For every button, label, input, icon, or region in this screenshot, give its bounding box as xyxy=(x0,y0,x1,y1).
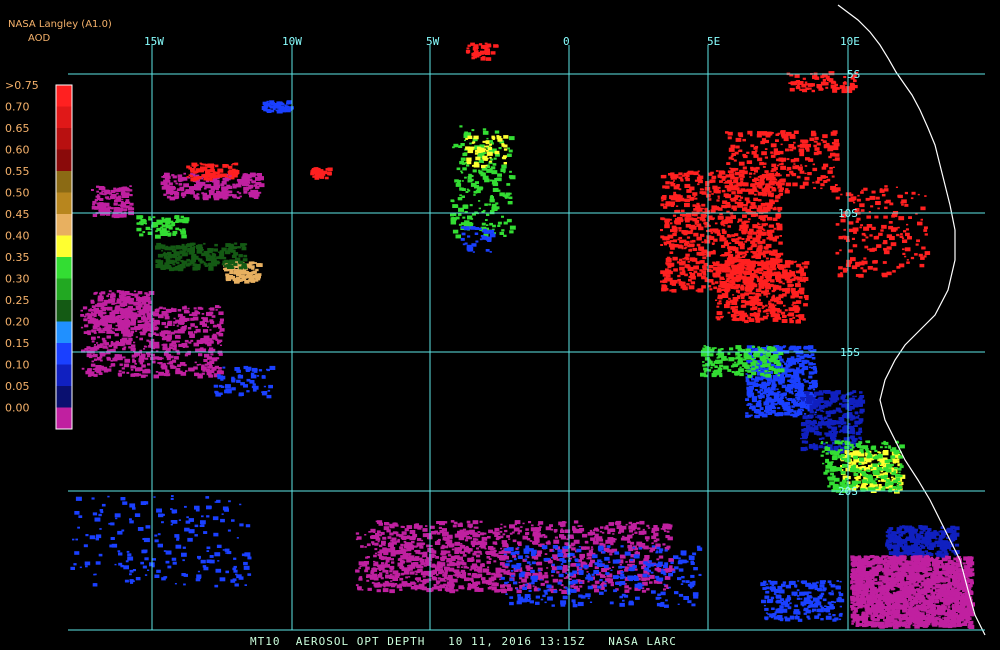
scale-label: 0.05 xyxy=(5,380,30,393)
scale-swatch xyxy=(56,128,72,150)
scale-label: 0.15 xyxy=(5,337,30,350)
scale-swatch xyxy=(56,214,72,236)
scale-swatch xyxy=(56,321,72,343)
lon-label-10w: 10W xyxy=(282,35,302,48)
scale-label: 0.65 xyxy=(5,122,30,135)
footer-caption: MT10 AEROSOL OPT DEPTH 10 11, 2016 13:15… xyxy=(250,635,677,648)
scale-swatch xyxy=(56,192,72,214)
lon-label-5w: 5W xyxy=(426,35,440,48)
scale-swatch xyxy=(56,106,72,128)
lat-label-20s: 20S xyxy=(838,485,858,498)
scale-label: 0.10 xyxy=(5,359,30,372)
scale-label: 0.25 xyxy=(5,294,30,307)
scale-label: 0.35 xyxy=(5,251,30,264)
scale-swatch xyxy=(56,235,72,257)
scale-label: 0.50 xyxy=(5,187,30,200)
aerosol-patches xyxy=(70,42,975,629)
aod-map: NASA Langley (A1.0) AOD 15W 10W 5W 0 5E … xyxy=(5,4,986,636)
scale-swatch xyxy=(56,171,72,193)
scale-label: 0.55 xyxy=(5,165,30,178)
scale-label: 0.70 xyxy=(5,101,30,114)
scale-label: 0.40 xyxy=(5,230,30,243)
scale-swatch xyxy=(56,386,72,408)
scale-label: 0.45 xyxy=(5,208,30,221)
color-scale: >0.75 0.70 0.65 0.60 0.55 0.50 0.45 0.40 0.35 0.3… xyxy=(5,79,73,430)
scale-swatch xyxy=(56,343,72,365)
source-label: NASA Langley (A1.0) xyxy=(8,19,112,30)
lon-label-5e: 5E xyxy=(707,35,720,48)
scale-swatch xyxy=(56,149,72,171)
lon-label-15w: 15W xyxy=(144,35,164,48)
lon-label-0: 0 xyxy=(563,35,570,48)
scale-swatch xyxy=(56,278,72,300)
lat-label-10s: 10S xyxy=(838,207,858,220)
scale-label: 0.00 xyxy=(5,402,30,415)
lat-label-5s: 5S xyxy=(847,68,860,81)
lat-label-15s: 15S xyxy=(840,346,860,359)
product-label: AOD xyxy=(28,33,51,44)
scale-label: 0.60 xyxy=(5,144,30,157)
scale-label: >0.75 xyxy=(5,79,39,92)
scale-swatch xyxy=(56,364,72,386)
lon-label-10e: 10E xyxy=(840,35,860,48)
scale-swatch xyxy=(56,300,72,322)
scale-swatch xyxy=(56,407,72,429)
scale-swatch xyxy=(56,85,72,107)
scale-label: 0.30 xyxy=(5,273,30,286)
scale-label: 0.20 xyxy=(5,316,30,329)
scale-swatch xyxy=(56,257,72,279)
